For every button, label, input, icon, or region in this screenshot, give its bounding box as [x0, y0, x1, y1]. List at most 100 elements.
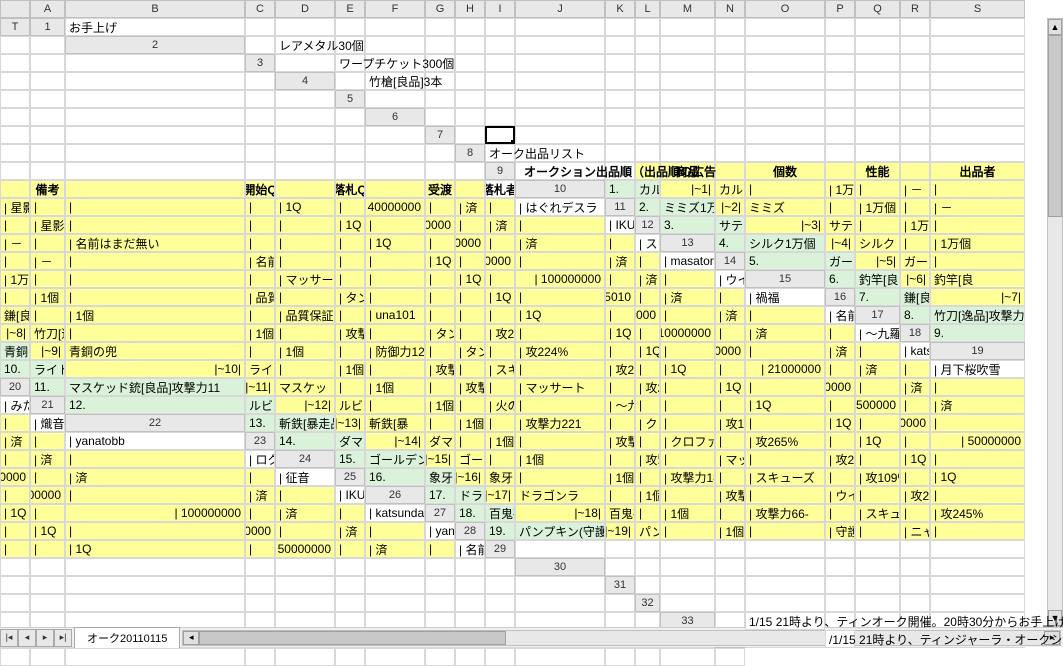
cell-R16[interactable]: | 済 [715, 306, 745, 324]
cell-A20[interactable]: 11. [30, 378, 65, 396]
cell-O2[interactable] [855, 36, 900, 54]
cell-F28[interactable]: | 1個 [715, 522, 745, 540]
cell-Q27[interactable]: | [275, 522, 335, 540]
cell-L4[interactable] [825, 72, 855, 90]
cell-H28[interactable]: | 守護精霊 [825, 522, 855, 540]
cell-B31[interactable] [660, 576, 715, 594]
col-header-D[interactable]: D [275, 0, 335, 18]
cell-N17[interactable]: | 1Q [605, 324, 635, 342]
cell-N20[interactable]: | 1Q [715, 378, 745, 396]
cell-I28[interactable]: | [855, 522, 900, 540]
cell-D28[interactable]: パンプキ [635, 522, 660, 540]
cell-G9[interactable] [825, 162, 855, 180]
cell-R8[interactable] [365, 162, 425, 180]
cell-H5[interactable] [660, 90, 715, 108]
cell-A12[interactable]: 3. [660, 216, 715, 234]
cell-B17[interactable]: 竹刀[逸品]攻撃力16-24 [930, 306, 1025, 324]
cell-M1[interactable] [715, 18, 745, 36]
cell-A24[interactable]: 15. [335, 450, 365, 468]
cell-J10[interactable]: | 星影 [0, 198, 30, 216]
cell-P14[interactable]: | 100000000 [515, 270, 605, 288]
cell-L29[interactable] [30, 558, 65, 576]
cell-B11[interactable]: ミミズ1万個 [660, 198, 715, 216]
cell-B22[interactable]: 斬鉄[暴走品]攻撃力221-26 [275, 414, 335, 432]
row-header-31[interactable]: 31 [605, 576, 635, 594]
cell-E3[interactable] [455, 54, 485, 72]
row-header-29[interactable]: 29 [485, 540, 515, 558]
cell-G10[interactable]: | [855, 180, 900, 198]
row-header-27[interactable]: 27 [425, 504, 455, 522]
cell-B3[interactable]: ワープチケット300個 [335, 54, 365, 72]
cell-N15[interactable]: | 1Q [485, 288, 515, 306]
cell-I24[interactable]: | [660, 450, 715, 468]
cell-O24[interactable]: | [930, 450, 1025, 468]
cell-M21[interactable]: | [715, 396, 745, 414]
cell-F12[interactable]: | 1万個 [900, 216, 930, 234]
row-header-22[interactable]: 22 [65, 414, 245, 432]
cell-D18[interactable]: 青銅の兜 [65, 342, 245, 360]
cell-S29[interactable] [455, 558, 485, 576]
cell-C13[interactable]: |~4| [825, 234, 855, 252]
cell-R25[interactable]: | 済 [245, 486, 275, 504]
cell-F17[interactable]: | 1個 [245, 324, 275, 342]
cell-L21[interactable]: | [660, 396, 715, 414]
cell-C31[interactable] [715, 576, 745, 594]
cell-J19[interactable]: | スキューズ [485, 360, 515, 378]
col-header-T[interactable]: T [0, 18, 30, 36]
cell-B7[interactable] [485, 126, 515, 144]
cell-Q26[interactable]: | [245, 504, 275, 522]
row-header-11[interactable]: 11 [605, 198, 635, 216]
cell-C22[interactable]: |~13| [335, 414, 365, 432]
cell-D22[interactable]: 斬鉄[暴 [365, 414, 425, 432]
cell-I17[interactable]: | [365, 324, 425, 342]
cell-K26[interactable]: | [855, 486, 900, 504]
cell-K6[interactable] [855, 108, 900, 126]
row-header-10[interactable]: 10 [515, 180, 605, 198]
cell-T15[interactable]: | 禍福 [745, 288, 825, 306]
cell-S30[interactable] [485, 576, 515, 594]
cell-G2[interactable] [485, 36, 515, 54]
cell-L20[interactable]: | 攻249% [635, 378, 660, 396]
row-header-16[interactable]: 16 [825, 288, 855, 306]
cell-A3[interactable] [275, 54, 335, 72]
row-header-6[interactable]: 6 [365, 108, 425, 126]
col-header-E[interactable]: E [335, 0, 365, 18]
cell-E24[interactable]: | [485, 450, 515, 468]
cell-L7[interactable] [930, 126, 1025, 144]
cell-P5[interactable] [30, 108, 65, 126]
cell-F11[interactable]: | 1万個 [855, 198, 900, 216]
cell-A27[interactable]: 18. [455, 504, 485, 522]
cell-C21[interactable]: |~12| [275, 396, 335, 414]
cell-S1[interactable] [0, 36, 30, 54]
cell-B26[interactable]: ドラゴンライフル[良品]攻撃 [455, 486, 485, 504]
cell-P34[interactable] [515, 648, 605, 666]
cell-R9[interactable]: 受渡 [425, 180, 455, 198]
row-header-15[interactable]: 15 [745, 270, 825, 288]
cell-M23[interactable]: | [825, 432, 855, 450]
cell-P6[interactable] [65, 126, 245, 144]
cell-P7[interactable] [245, 144, 275, 162]
cell-N3[interactable] [855, 54, 900, 72]
cell-E11[interactable]: | [825, 198, 855, 216]
cell-R13[interactable]: | 済 [605, 252, 635, 270]
cell-S12[interactable]: | [605, 234, 635, 252]
cell-J1[interactable] [605, 18, 635, 36]
cell-N29[interactable] [245, 558, 275, 576]
cell-E31[interactable] [825, 576, 855, 594]
cell-E19[interactable]: | [275, 360, 335, 378]
cell-E1[interactable] [365, 18, 425, 36]
col-header-A[interactable]: A [30, 0, 65, 18]
cell-R11[interactable]: | 済 [485, 216, 515, 234]
cell-Q18[interactable]: | [745, 342, 825, 360]
cell-M8[interactable] [30, 162, 65, 180]
cell-R6[interactable] [275, 126, 335, 144]
cell-F4[interactable] [515, 72, 605, 90]
cell-A1[interactable]: お手上げ [65, 18, 245, 36]
cell-R19[interactable]: | 済 [855, 360, 900, 378]
row-header-19[interactable]: 19 [930, 342, 1025, 360]
cell-O8[interactable] [245, 162, 275, 180]
cell-L19[interactable]: | 攻234% [605, 360, 635, 378]
cell-E10[interactable]: | [745, 180, 825, 198]
cell-C28[interactable]: |~19| [605, 522, 635, 540]
cell-A2[interactable] [245, 36, 275, 54]
